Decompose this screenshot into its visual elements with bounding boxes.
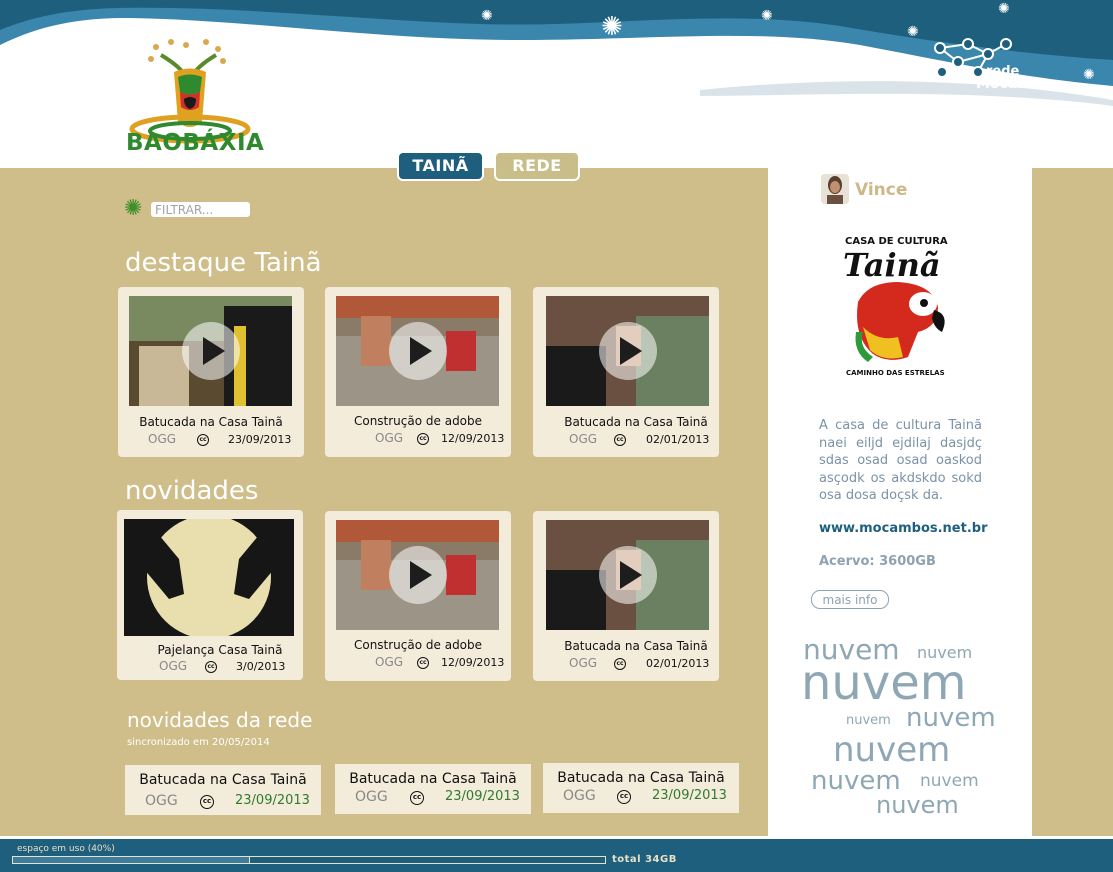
media-format: OGG xyxy=(569,432,598,446)
casa-logo-tagline: CAMINHO DAS ESTRELAS xyxy=(846,369,945,377)
description: A casa de cultura Tainã naei eiljd ejdil… xyxy=(819,418,982,503)
creative-commons-icon: cc xyxy=(614,658,626,670)
sun-gear-icon: ✺ xyxy=(1083,67,1095,83)
media-title[interactable]: Batucada na Casa Tainã xyxy=(543,415,729,429)
media-date: 3/0/2013 xyxy=(236,660,286,673)
sun-gear-icon: ✺ xyxy=(601,12,623,42)
media-card[interactable]: Batucada na Casa Tainã OGG cc 02/01/2013 xyxy=(533,511,719,681)
media-title[interactable]: Construção de adobe xyxy=(325,414,511,428)
storage-progress-bar xyxy=(12,856,606,864)
creative-commons-icon: cc xyxy=(410,791,424,805)
sun-gear-icon: ✺ xyxy=(907,24,919,40)
network-item-title[interactable]: Batucada na Casa Tainã xyxy=(335,771,531,787)
avatar[interactable] xyxy=(821,174,849,204)
tab-taina[interactable]: TAINÃ xyxy=(397,151,484,181)
username[interactable]: Vince xyxy=(855,180,907,200)
sun-gear-icon: ✺ xyxy=(481,8,493,24)
video-thumbnail[interactable] xyxy=(546,296,709,406)
storage-progress-fill xyxy=(13,857,250,863)
creative-commons-icon: cc xyxy=(617,790,631,804)
user-avatar-image xyxy=(821,174,849,204)
creative-commons-icon: cc xyxy=(417,657,429,669)
storage-total: total 34GB xyxy=(612,854,677,865)
network-item[interactable]: Batucada na Casa Tainã OGG cc 23/09/2013 xyxy=(543,763,739,813)
media-format: OGG xyxy=(159,659,188,673)
sun-gear-icon: ✺ xyxy=(790,47,802,63)
filter-input[interactable] xyxy=(151,202,250,217)
logo-text: BAOBÁXIA xyxy=(126,130,265,156)
network-item-format: OGG xyxy=(145,793,178,809)
sun-gear-icon: ✺ xyxy=(761,8,773,24)
storage-usage-label: espaço em uso (40%) xyxy=(17,844,115,854)
network-item-format: OGG xyxy=(563,788,596,804)
mocambos-logo-text: Mocambos xyxy=(976,76,1060,92)
creative-commons-icon: cc xyxy=(205,661,217,673)
media-format: OGG xyxy=(569,656,598,670)
media-format: OGG xyxy=(375,431,404,445)
video-thumbnail[interactable] xyxy=(336,520,499,630)
network-item-format: OGG xyxy=(355,789,388,805)
network-item[interactable]: Batucada na Casa Tainã OGG cc 23/09/2013 xyxy=(335,764,531,814)
casa-logo-name: Tainã xyxy=(843,246,941,284)
media-card[interactable]: Construção de adobe OGG cc 12/09/2013 xyxy=(325,511,511,681)
media-title[interactable]: Batucada na Casa Tainã xyxy=(543,639,729,653)
media-title[interactable]: Batucada na Casa Tainã xyxy=(118,415,304,429)
media-date: 12/09/2013 xyxy=(441,656,505,669)
network-item-date: 23/09/2013 xyxy=(445,789,520,804)
media-title[interactable]: Construção de adobe xyxy=(325,638,511,652)
section-title-destaque: destaque Tainã xyxy=(125,248,322,278)
section-title-rede: novidades da rede xyxy=(127,708,313,732)
tag-cloud-item[interactable]: nuvem xyxy=(906,703,996,733)
play-icon[interactable] xyxy=(388,322,447,380)
creative-commons-icon: cc xyxy=(614,434,626,446)
play-icon[interactable] xyxy=(388,546,447,604)
section-title-novidades: novidades xyxy=(125,476,259,506)
network-item-date: 23/09/2013 xyxy=(235,793,310,808)
media-card[interactable]: Batucada na Casa Tainã OGG cc 02/01/2013 xyxy=(533,287,719,457)
sun-gear-icon: ✺ xyxy=(998,1,1010,17)
media-title[interactable]: Pajelança Casa Tainã xyxy=(127,643,313,657)
image-thumbnail[interactable] xyxy=(124,519,294,636)
network-item-title[interactable]: Batucada na Casa Tainã xyxy=(543,770,739,786)
network-item[interactable]: Batucada na Casa Tainã OGG cc 23/09/2013 xyxy=(125,765,321,815)
media-date: 02/01/2013 xyxy=(646,433,710,446)
network-item-title[interactable]: Batucada na Casa Tainã xyxy=(125,772,321,788)
tag-cloud-item[interactable]: nuvem xyxy=(846,713,891,728)
play-icon[interactable] xyxy=(598,322,657,380)
acervo-size: Acervo: 3600GB xyxy=(819,554,936,569)
main-panel xyxy=(0,168,768,836)
play-icon[interactable] xyxy=(598,546,657,604)
creative-commons-icon: cc xyxy=(197,434,209,446)
sync-status: sincronizado em 20/05/2014 xyxy=(127,737,270,748)
tab-rede[interactable]: REDE xyxy=(494,151,580,181)
tag-cloud-item[interactable]: nuvem xyxy=(920,771,979,791)
media-card[interactable]: Batucada na Casa Tainã OGG cc 23/09/2013 xyxy=(118,287,304,457)
tag-cloud-item[interactable]: nuvem xyxy=(876,791,959,819)
video-thumbnail[interactable] xyxy=(129,296,292,406)
video-thumbnail[interactable] xyxy=(546,520,709,630)
media-card[interactable]: Pajelança Casa Tainã OGG cc 3/0/2013 xyxy=(117,510,303,680)
thumbnail-image xyxy=(124,519,294,636)
site-link[interactable]: www.mocambos.net.br xyxy=(819,521,988,536)
right-border-strip xyxy=(1032,168,1113,836)
media-date: 02/01/2013 xyxy=(646,657,710,670)
creative-commons-icon: cc xyxy=(200,795,214,809)
tag-cloud-item[interactable]: nuvem xyxy=(833,730,950,770)
media-format: OGG xyxy=(375,655,404,669)
filter-sun-icon[interactable]: ✺ xyxy=(124,198,142,220)
play-icon[interactable] xyxy=(181,322,240,380)
creative-commons-icon: cc xyxy=(417,433,429,445)
media-date: 12/09/2013 xyxy=(441,432,505,445)
video-thumbnail[interactable] xyxy=(336,296,499,406)
footer-divider xyxy=(0,836,1113,839)
media-format: OGG xyxy=(148,432,177,446)
media-card[interactable]: Construção de adobe OGG cc 12/09/2013 xyxy=(325,287,511,457)
media-date: 23/09/2013 xyxy=(228,433,292,446)
network-item-date: 23/09/2013 xyxy=(652,788,727,803)
page-header: ✺ ✺ ✺ ✺ ✺ ✺ ✺ ✺ BAOBÁXIA rede Mocambos xyxy=(0,0,1113,168)
sun-gear-icon: ✺ xyxy=(690,52,702,68)
more-info-button[interactable]: mais info xyxy=(811,590,889,609)
storage-footer xyxy=(0,836,1113,872)
